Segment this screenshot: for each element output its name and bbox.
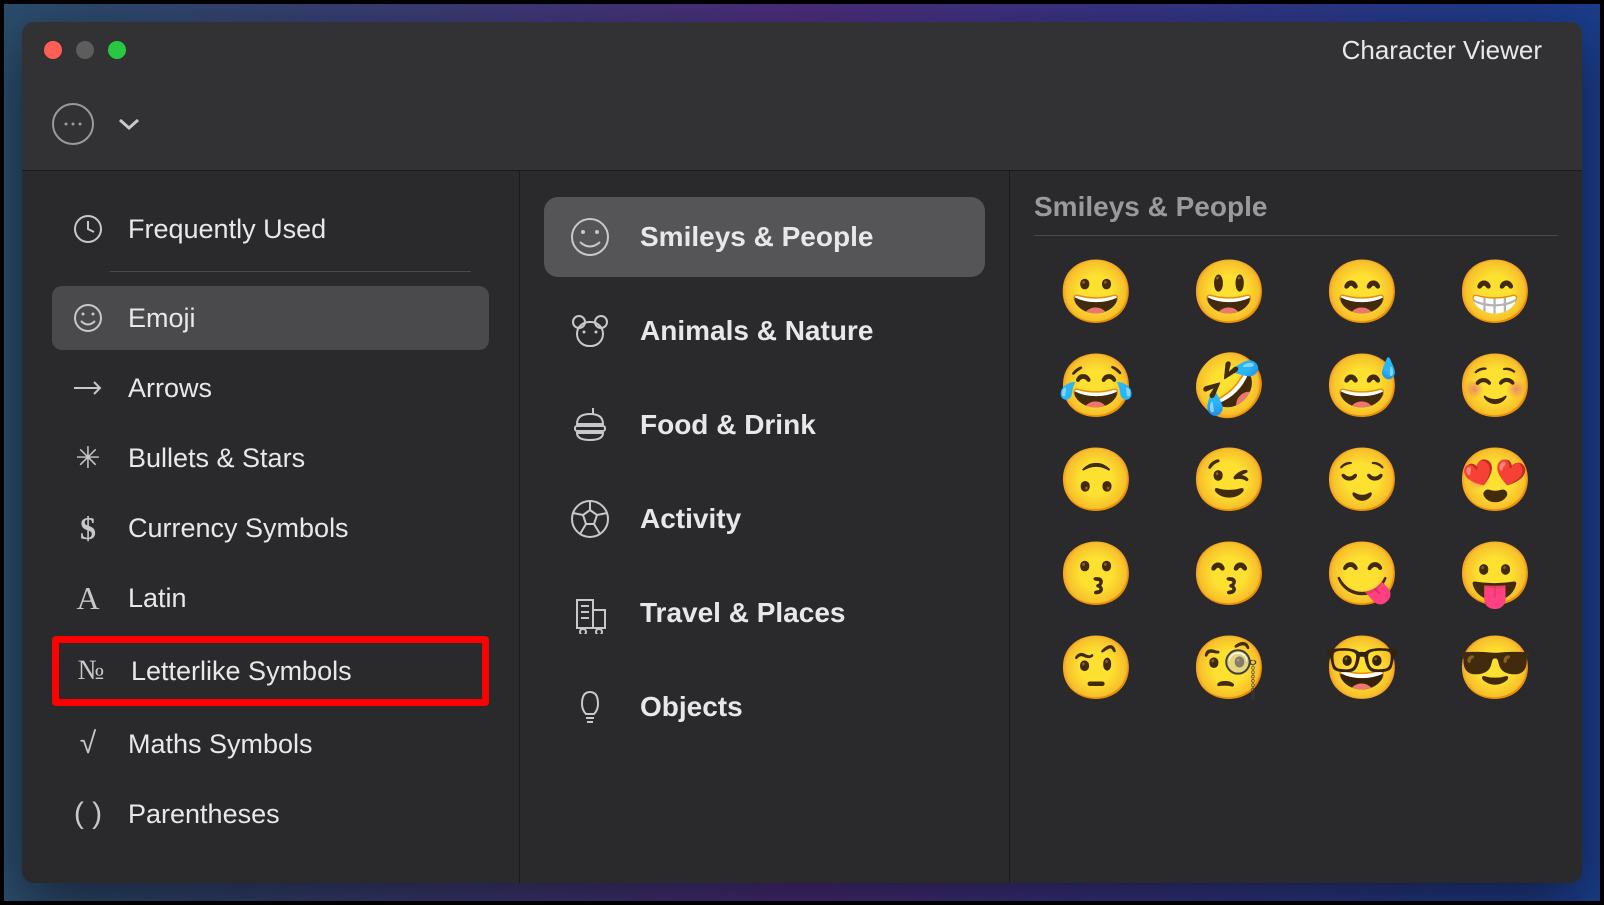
emoji-cell[interactable]: 😎: [1437, 638, 1554, 700]
emoji-cell[interactable]: 🤣: [1171, 356, 1288, 418]
sidebar-item-label: Frequently Used: [128, 214, 326, 245]
emoji-cell[interactable]: 🙃: [1038, 450, 1155, 512]
emoji-cell[interactable]: 😂: [1038, 356, 1155, 418]
arrow-icon: [70, 370, 106, 406]
category-item-objects[interactable]: Objects: [544, 667, 985, 747]
asterisk-icon: ✳: [70, 440, 106, 476]
burger-icon: [568, 403, 612, 447]
window-title: Character Viewer: [1342, 35, 1542, 66]
sidebar-item-latin[interactable]: A Latin: [52, 566, 489, 630]
sidebar-item-letterlike[interactable]: № Letterlike Symbols: [52, 636, 489, 706]
sidebar-item-label: Bullets & Stars: [128, 443, 305, 474]
sidebar-item-parentheses[interactable]: ( ) Parentheses: [52, 782, 489, 846]
category-item-food-drink[interactable]: Food & Drink: [544, 385, 985, 465]
parens-icon: ( ): [70, 796, 106, 832]
sidebar-item-label: Parentheses: [128, 799, 280, 830]
emoji-cell[interactable]: 🤨: [1038, 638, 1155, 700]
sqrt-icon: √: [70, 726, 106, 762]
category-item-label: Animals & Nature: [640, 315, 873, 347]
traffic-lights: [44, 41, 126, 59]
emoji-grid: 😀 😃 😄 😁 😂 🤣 😅 ☺️ 🙃 😉 😌 😍 😗 😙 😋 😛 🤨 🧐 🤓: [1034, 262, 1558, 700]
emoji-cell[interactable]: 😍: [1437, 450, 1554, 512]
sidebar-item-frequently-used[interactable]: Frequently Used: [52, 197, 489, 261]
sidebar-item-label: Latin: [128, 583, 187, 614]
smiley-icon: [568, 215, 612, 259]
category-item-label: Activity: [640, 503, 741, 535]
emoji-cell[interactable]: 🤓: [1304, 638, 1421, 700]
sidebar-item-label: Emoji: [128, 303, 196, 334]
emoji-cell[interactable]: 🧐: [1171, 638, 1288, 700]
sidebar-item-maths[interactable]: √ Maths Symbols: [52, 712, 489, 776]
building-icon: [568, 591, 612, 635]
toolbar: [22, 78, 1582, 170]
bear-icon: [568, 309, 612, 353]
emoji-cell[interactable]: 😁: [1437, 262, 1554, 324]
emoji-cell[interactable]: 😛: [1437, 544, 1554, 606]
minimize-button[interactable]: [76, 41, 94, 59]
character-viewer-window: Character Viewer Frequently Used Emoji: [22, 22, 1582, 883]
category-item-smileys-people[interactable]: Smileys & People: [544, 197, 985, 277]
emoji-cell[interactable]: 😋: [1304, 544, 1421, 606]
clock-icon: [70, 211, 106, 247]
maximize-button[interactable]: [108, 41, 126, 59]
sidebar-item-emoji[interactable]: Emoji: [52, 286, 489, 350]
close-button[interactable]: [44, 41, 62, 59]
sidebar-item-arrows[interactable]: Arrows: [52, 356, 489, 420]
numero-icon: №: [73, 653, 109, 689]
category-item-travel-places[interactable]: Travel & Places: [544, 573, 985, 653]
titlebar: Character Viewer: [22, 22, 1582, 78]
sidebar-item-label: Currency Symbols: [128, 513, 349, 544]
category-item-label: Food & Drink: [640, 409, 816, 441]
content: Frequently Used Emoji Arrows ✳ Bullets &…: [22, 170, 1582, 883]
sidebar-item-bullets-stars[interactable]: ✳ Bullets & Stars: [52, 426, 489, 490]
sidebar-item-label: Letterlike Symbols: [131, 656, 352, 687]
chevron-down-icon[interactable]: [118, 111, 140, 137]
emoji-cell[interactable]: 😀: [1038, 262, 1155, 324]
emoji-grid-panel: Smileys & People 😀 😃 😄 😁 😂 🤣 😅 ☺️ 🙃 😉 😌 …: [1010, 171, 1582, 883]
sidebar-item-currency[interactable]: $ Currency Symbols: [52, 496, 489, 560]
dollar-icon: $: [70, 510, 106, 546]
emoji-cell[interactable]: 😉: [1171, 450, 1288, 512]
emoji-cell[interactable]: 😌: [1304, 450, 1421, 512]
emoji-cell[interactable]: 😗: [1038, 544, 1155, 606]
emoji-cell[interactable]: 😄: [1304, 262, 1421, 324]
emoji-panel-header: Smileys & People: [1034, 191, 1558, 236]
category-item-label: Smileys & People: [640, 221, 873, 253]
category-item-animals-nature[interactable]: Animals & Nature: [544, 291, 985, 371]
sidebar-item-label: Maths Symbols: [128, 729, 313, 760]
category-item-activity[interactable]: Activity: [544, 479, 985, 559]
emoji-cell[interactable]: 😙: [1171, 544, 1288, 606]
divider: [110, 271, 471, 272]
bulb-icon: [568, 685, 612, 729]
category-item-label: Travel & Places: [640, 597, 845, 629]
emoji-category-list: Smileys & People Animals & Nature Food &…: [520, 171, 1010, 883]
emoji-cell[interactable]: ☺️: [1437, 356, 1554, 418]
emoji-cell[interactable]: 😅: [1304, 356, 1421, 418]
category-item-label: Objects: [640, 691, 743, 723]
soccer-icon: [568, 497, 612, 541]
smiley-icon: [70, 300, 106, 336]
options-button[interactable]: [52, 103, 94, 145]
emoji-cell[interactable]: 😃: [1171, 262, 1288, 324]
sidebar-categories: Frequently Used Emoji Arrows ✳ Bullets &…: [22, 171, 520, 883]
sidebar-item-label: Arrows: [128, 373, 212, 404]
latin-a-icon: A: [70, 580, 106, 616]
